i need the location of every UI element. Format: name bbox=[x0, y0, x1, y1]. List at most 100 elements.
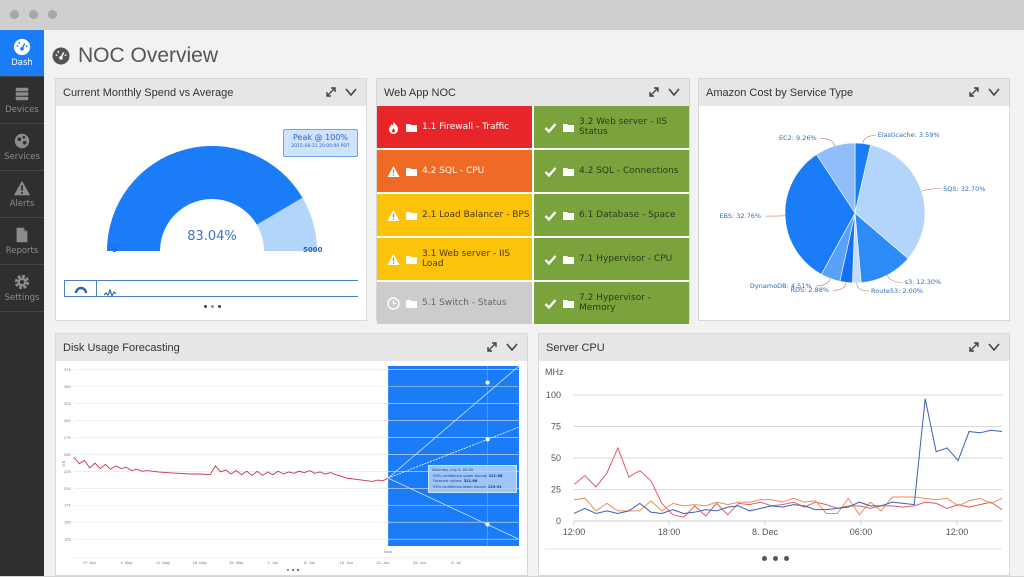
y-tick-label: 350 bbox=[64, 384, 71, 389]
expand-icon[interactable] bbox=[324, 85, 338, 99]
panel-title: Web App NOC bbox=[384, 87, 456, 99]
noc-status-cell[interactable]: 6.1 Database - Space bbox=[534, 194, 689, 236]
chevron-down-icon[interactable] bbox=[344, 85, 358, 99]
x-tick-label: 18:00 bbox=[658, 527, 681, 537]
expand-icon[interactable] bbox=[647, 85, 661, 99]
y-tick-label: 125 bbox=[64, 537, 71, 542]
noc-status-label: 3.1 Web server - IIS Load bbox=[422, 249, 532, 269]
sidebar-item-devices[interactable]: Devices bbox=[0, 77, 44, 124]
noc-status-label: 7.1 Hypervisor - CPU bbox=[579, 254, 672, 264]
sidebar-item-label: Reports bbox=[6, 246, 39, 256]
expand-icon[interactable] bbox=[967, 340, 981, 354]
window-titlebar bbox=[0, 0, 1024, 30]
noc-status-label: 1.1 Firewall - Traffic bbox=[422, 122, 509, 132]
pager-dot[interactable] bbox=[773, 556, 778, 561]
line-chart-icon bbox=[103, 288, 117, 298]
x-tick-label: 18. May bbox=[193, 560, 207, 565]
panel-title: Disk Usage Forecasting bbox=[63, 342, 180, 354]
window-close-button[interactable] bbox=[10, 10, 19, 19]
series-disk-usage bbox=[74, 457, 388, 481]
noc-status-label: 2.1 Load Balancer - BPS bbox=[422, 210, 530, 220]
sidebar-item-label: Settings bbox=[5, 293, 40, 303]
pie-label-sqs: SQS: 32.70% bbox=[943, 185, 985, 193]
noc-status-label: 6.1 Database - Space bbox=[579, 210, 676, 220]
x-tick-label: 12:00 bbox=[563, 527, 586, 537]
x-tick-label: 29. Jun bbox=[413, 560, 426, 565]
expand-icon[interactable] bbox=[485, 340, 499, 354]
server-icon bbox=[563, 299, 574, 308]
x-tick-label: 4. May bbox=[120, 560, 132, 565]
document-icon bbox=[13, 226, 31, 244]
gauge-tab[interactable] bbox=[65, 281, 97, 296]
page-title-text: NOC Overview bbox=[78, 44, 218, 68]
panel-title: Current Monthly Spend vs Average bbox=[63, 87, 233, 99]
amazon-cost-panel: Amazon Cost by Service Type Elasticache:… bbox=[698, 78, 1010, 321]
x-tick-label: 15. Jun bbox=[340, 560, 353, 565]
sidebar-item-alerts[interactable]: Alerts bbox=[0, 171, 44, 218]
x-tick-label: 25. May bbox=[229, 560, 243, 565]
folder-icon bbox=[406, 123, 417, 132]
line-chart-tab[interactable] bbox=[103, 283, 117, 302]
panel-header: Disk Usage Forecasting bbox=[56, 334, 527, 361]
sidebar-item-settings[interactable]: Settings bbox=[0, 265, 44, 312]
panel-header: Server CPU bbox=[539, 334, 1009, 361]
chevron-down-icon[interactable] bbox=[667, 85, 681, 99]
y-tick-label: 175 bbox=[64, 503, 71, 508]
pager-dot-active[interactable] bbox=[287, 569, 289, 571]
noc-status-cell[interactable]: 4.2 SQL - Connections bbox=[534, 150, 689, 192]
panel-header: Amazon Cost by Service Type bbox=[699, 79, 1009, 106]
noc-status-label: 4.2 SQL - Connections bbox=[579, 166, 679, 176]
y-tick-label: 150 bbox=[64, 520, 71, 525]
check-icon bbox=[544, 121, 557, 134]
forecast-tooltip: Saturday, July 4, 00:00 95% confidence u… bbox=[428, 465, 517, 493]
page-title: NOC Overview bbox=[52, 42, 218, 70]
pager-dot[interactable] bbox=[218, 305, 221, 308]
window-maximize-button[interactable] bbox=[48, 10, 57, 19]
pager-dot[interactable] bbox=[292, 569, 294, 571]
disk-usage-panel: Disk Usage Forecasting 12515017520022525… bbox=[55, 333, 528, 576]
pie-label-elasticache: Elasticache: 3.59% bbox=[878, 131, 940, 139]
x-tick-label: 6. Jul bbox=[451, 560, 461, 565]
noc-status-cell[interactable]: 4.2 SQL - CPU bbox=[377, 150, 532, 192]
pager-dot[interactable] bbox=[204, 305, 207, 308]
noc-status-cell[interactable]: 5.1 Switch - Status bbox=[377, 282, 532, 324]
pager-dot[interactable] bbox=[762, 556, 767, 561]
noc-status-cell[interactable]: 3.2 Web server - IIS Status bbox=[534, 106, 689, 148]
check-icon bbox=[544, 297, 557, 310]
panel-title: Amazon Cost by Service Type bbox=[706, 87, 853, 99]
noc-status-cell[interactable]: 2.1 Load Balancer - BPS bbox=[377, 194, 532, 236]
folder-icon bbox=[406, 299, 417, 308]
x-tick-label: 8. Jun bbox=[304, 560, 315, 565]
y-tick-label: 0 bbox=[556, 516, 561, 526]
noc-status-label: 5.1 Switch - Status bbox=[422, 298, 507, 308]
y-tick-label: 250 bbox=[64, 452, 71, 457]
chevron-down-icon[interactable] bbox=[987, 340, 1001, 354]
chevron-down-icon[interactable] bbox=[987, 85, 1001, 99]
chevron-down-icon[interactable] bbox=[505, 340, 519, 354]
pager-dot[interactable] bbox=[297, 569, 299, 571]
forecast-marker[interactable] bbox=[486, 381, 490, 385]
sidebar-item-services[interactable]: Services bbox=[0, 124, 44, 171]
expand-icon[interactable] bbox=[967, 85, 981, 99]
pager-dot[interactable] bbox=[784, 556, 789, 561]
check-icon bbox=[544, 165, 557, 178]
panel-title: Server CPU bbox=[546, 342, 605, 354]
noc-status-cell[interactable]: 7.2 Hypervisor - Memory bbox=[534, 282, 689, 324]
x-tick-label: 11. May bbox=[156, 560, 170, 565]
pie-connector bbox=[857, 283, 869, 291]
noc-status-cell[interactable]: 7.1 Hypervisor - CPU bbox=[534, 238, 689, 280]
gauge-min-label: 0 bbox=[112, 246, 117, 254]
tooltip-lower-label: 95% confidence lower bound: bbox=[433, 485, 486, 489]
pager-dot-active[interactable] bbox=[211, 305, 214, 308]
forecast-marker[interactable] bbox=[486, 523, 490, 527]
folder-icon bbox=[563, 167, 574, 176]
panel-header: Web App NOC bbox=[377, 79, 689, 106]
noc-status-cell[interactable]: 3.1 Web server - IIS Load bbox=[377, 238, 532, 280]
forecast-region bbox=[388, 366, 519, 546]
noc-status-label: 4.2 SQL - CPU bbox=[422, 166, 484, 176]
forecast-marker[interactable] bbox=[486, 437, 490, 441]
noc-status-cell[interactable]: 1.1 Firewall - Traffic bbox=[377, 106, 532, 148]
window-minimize-button[interactable] bbox=[29, 10, 38, 19]
sidebar-item-reports[interactable]: Reports bbox=[0, 218, 44, 265]
sidebar-item-dash[interactable]: Dash bbox=[0, 30, 44, 77]
